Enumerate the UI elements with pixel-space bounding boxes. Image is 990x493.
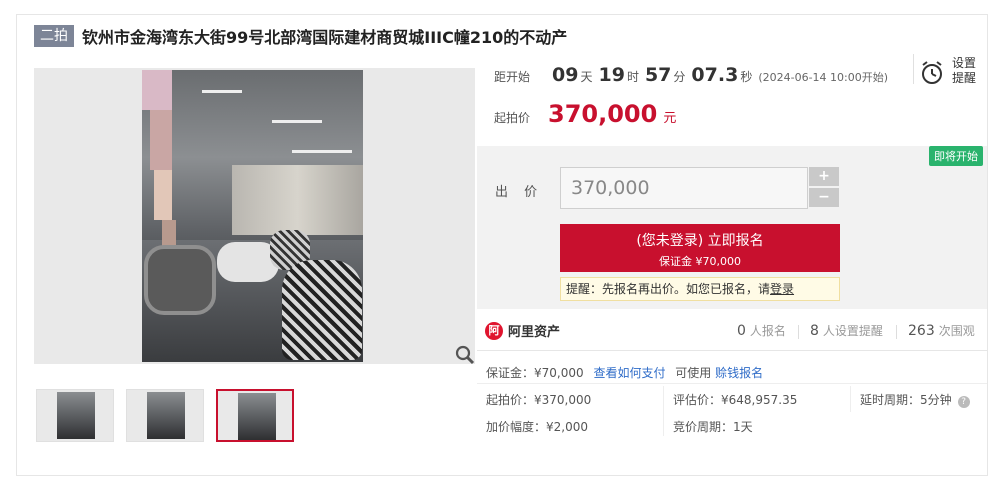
help-icon[interactable]: ? bbox=[957, 396, 970, 408]
divider bbox=[850, 386, 851, 412]
appraisal-info: 评估价：¥648,957.35 bbox=[673, 393, 798, 407]
divider bbox=[798, 325, 799, 339]
tip-text: 提醒：先报名再出价。如您已报名，请 bbox=[566, 282, 771, 296]
brand: 阿 阿里资产 bbox=[485, 321, 560, 340]
registered-count: 0 bbox=[737, 323, 746, 339]
stats-row: 阿 阿里资产 0 人报名 8 人设置提醒 263 次围观 bbox=[477, 313, 987, 351]
views-count: 263 bbox=[908, 323, 935, 339]
start-price-info: 起拍价：¥370,000 bbox=[486, 393, 592, 407]
bid-amount-input[interactable]: 370,000 bbox=[560, 167, 808, 209]
countdown-days-unit: 天 bbox=[580, 70, 593, 84]
register-button[interactable]: (您未登录) 立即报名 保证金 ¥70,000 bbox=[560, 224, 840, 272]
delay-period-row: 延时周期：5分钟? bbox=[860, 391, 970, 408]
how-to-pay-link[interactable]: 查看如何支付 bbox=[593, 366, 665, 380]
alarm-clock-icon bbox=[922, 61, 942, 84]
can-use-text: 可使用 bbox=[675, 366, 712, 380]
reminders-count: 8 bbox=[810, 323, 819, 339]
login-link[interactable]: 登录 bbox=[770, 282, 794, 296]
countdown-days: 09 bbox=[552, 64, 579, 86]
register-button-label: (您未登录) 立即报名 bbox=[636, 233, 764, 249]
auction-round-tag: 二拍 bbox=[34, 25, 74, 47]
countdown-minutes: 57 bbox=[644, 64, 672, 86]
thumbnail-3[interactable] bbox=[216, 389, 294, 442]
start-price-row: 起拍价 370,000 元 bbox=[494, 100, 676, 130]
page-title: 钦州市金海湾东大街99号北部湾国际建材商贸城IIIC幢210的不动产 bbox=[82, 28, 568, 47]
deposit-line: 保证金 ¥70,000 bbox=[659, 255, 741, 268]
divider bbox=[477, 383, 987, 384]
set-reminder-button[interactable]: 设置提醒 bbox=[920, 56, 980, 90]
status-badge: 即将开始 bbox=[929, 146, 983, 166]
registered-label: 人报名 bbox=[749, 324, 786, 338]
start-price-label: 起拍价 bbox=[494, 111, 531, 125]
increment-info: 加价幅度：¥2,000 bbox=[486, 420, 588, 434]
thumbnail-1[interactable] bbox=[36, 389, 114, 442]
delay-period-info: 延时周期：5分钟 bbox=[860, 393, 952, 407]
divider bbox=[913, 54, 914, 84]
divider bbox=[896, 325, 897, 339]
thumbnail-2[interactable] bbox=[126, 389, 204, 442]
alibaba-assets-logo: 阿 bbox=[485, 321, 503, 340]
views-stat: 263 次围观 bbox=[908, 322, 975, 339]
countdown-seconds: 07.3 bbox=[691, 64, 739, 86]
divider bbox=[663, 386, 664, 436]
increase-bid-button[interactable]: + bbox=[809, 167, 839, 186]
countdown-minutes-unit: 分 bbox=[673, 70, 686, 84]
insurance-link[interactable]: 赊钱报名 bbox=[715, 366, 763, 380]
main-image-viewer[interactable] bbox=[34, 68, 476, 366]
registered-stat: 0 人报名 bbox=[737, 322, 786, 339]
brand-name: 阿里资产 bbox=[508, 325, 561, 340]
views-label: 次围观 bbox=[938, 324, 975, 338]
title-row: 二拍 钦州市金海湾东大街99号北部湾国际建材商贸城IIIC幢210的不动产 bbox=[34, 24, 567, 48]
countdown-hours-unit: 时 bbox=[626, 70, 639, 84]
decrease-bid-button[interactable]: − bbox=[809, 188, 839, 207]
start-price-value: 370,000 bbox=[548, 100, 658, 128]
countdown: 距开始 09 天 19 时 57 分 07.3 秒 (2024-06-14 10… bbox=[494, 64, 888, 90]
countdown-label: 距开始 bbox=[494, 70, 531, 84]
countdown-seconds-unit: 秒 bbox=[740, 70, 753, 84]
reminders-label: 人设置提醒 bbox=[822, 324, 883, 338]
set-reminder-label: 设置提醒 bbox=[952, 56, 977, 85]
start-time: (2024-06-14 10:00开始) bbox=[758, 71, 889, 84]
zoom-icon[interactable] bbox=[454, 344, 476, 366]
login-tip: 提醒：先报名再出价。如您已报名，请登录 bbox=[560, 277, 840, 301]
deposit-info-row: 保证金：¥70,000 查看如何支付 可使用 赊钱报名 bbox=[486, 364, 763, 381]
bid-panel: 即将开始 出 价 370,000 + − (您未登录) 立即报名 保证金 ¥70… bbox=[477, 146, 987, 309]
start-price-unit: 元 bbox=[663, 111, 677, 126]
bid-label: 出 价 bbox=[495, 185, 544, 200]
bid-period-info: 竞价周期：1天 bbox=[673, 420, 753, 434]
deposit-info: 保证金：¥70,000 bbox=[486, 366, 584, 380]
property-photo bbox=[142, 70, 363, 362]
reminders-stat: 8 人设置提醒 bbox=[810, 322, 883, 339]
countdown-hours: 19 bbox=[598, 64, 625, 86]
